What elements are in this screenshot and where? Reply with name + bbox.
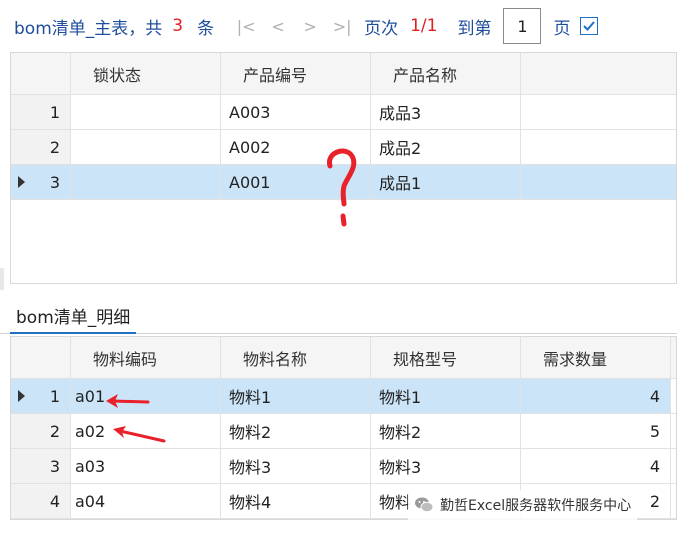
next-page-button[interactable]: > [294,17,326,36]
column-header-product-code[interactable]: 产品编号 [221,53,371,95]
wechat-icon [415,497,434,513]
table-row[interactable]: 2 A002 成品2 [11,130,676,165]
cell-spec-model[interactable]: 物料2 [371,414,521,449]
cell-required-qty[interactable]: 4 [521,379,671,414]
row-number-text: 1 [49,386,60,406]
cell-material-name[interactable]: 物料1 [221,379,371,414]
cell-material-name[interactable]: 物料3 [221,449,371,484]
page-info: 1/1 [410,16,438,36]
cell-required-qty[interactable]: 5 [521,414,671,449]
master-toolbar: bom清单_主表，共 3 条 |< < > >| 页次 1/1 到第 页 [0,0,677,52]
master-title: bom清单_主表，共 [14,18,163,39]
current-row-pointer-icon [18,390,25,402]
cell-blank [521,165,676,200]
master-record-count: 3 [172,16,184,36]
watermark-text: 勤哲Excel服务器软件服务中心 [440,498,632,514]
cell-product-code[interactable]: A003 [221,95,371,130]
last-page-button[interactable]: >| [326,17,358,36]
row-header-corner [11,53,71,95]
column-header-material-code[interactable]: 物料编码 [71,337,221,379]
row-number[interactable]: 2 [11,414,71,449]
cell-blank [671,379,676,414]
row-number[interactable]: 1 [11,379,71,414]
cell-material-code[interactable]: a04 [71,484,221,519]
cell-product-name[interactable]: 成品1 [371,165,521,200]
master-count-unit: 条 [197,18,215,39]
row-number[interactable]: 3 [11,165,71,200]
table-row[interactable]: 3 a03 物料3 物料3 4 [11,449,676,484]
column-header-blank [521,53,676,95]
table-row-selected[interactable]: 1 a01 物料1 物料1 4 [11,379,676,414]
table-row[interactable]: 2 a02 物料2 物料2 5 [11,414,676,449]
row-number-text: 3 [49,172,60,192]
cell-product-code[interactable]: A001 [221,165,371,200]
cell-spec-model[interactable]: 物料1 [371,379,521,414]
cell-material-code[interactable]: a01 [71,379,221,414]
cell-blank [671,449,676,484]
cell-lock-status[interactable] [71,165,221,200]
prev-page-button[interactable]: < [262,17,294,36]
table-row-selected[interactable]: 3 A001 成品1 [11,165,676,200]
row-number[interactable]: 2 [11,130,71,165]
column-header-product-name[interactable]: 产品名称 [371,53,521,95]
master-header-row: 锁状态 产品编号 产品名称 [11,53,676,95]
goto-page-input[interactable] [503,8,542,44]
cell-blank [521,95,676,130]
cell-lock-status[interactable] [71,95,221,130]
table-row[interactable]: 1 A003 成品3 [11,95,676,130]
left-edge-marker [0,268,4,290]
detail-tab-strip: bom清单_明细 [0,290,677,334]
page-unit-label: 页 [553,18,571,39]
tab-bom-detail[interactable]: bom清单_明细 [10,298,137,334]
cell-material-code[interactable]: a02 [71,414,221,449]
check-icon [583,21,596,31]
cell-blank [671,414,676,449]
cell-blank [671,484,676,519]
current-row-pointer-icon [18,176,25,188]
row-number[interactable]: 3 [11,449,71,484]
column-header-spec-model[interactable]: 规格型号 [371,337,521,379]
cell-lock-status[interactable] [71,130,221,165]
goto-label: 到第 [457,18,492,39]
first-page-button[interactable]: |< [230,17,262,36]
master-grid: 锁状态 产品编号 产品名称 1 A003 成品3 2 A002 成品2 3 A0… [10,52,677,284]
cell-material-name[interactable]: 物料2 [221,414,371,449]
cell-spec-model[interactable]: 物料3 [371,449,521,484]
page-label: 页次 [364,18,399,39]
cell-product-code[interactable]: A002 [221,130,371,165]
watermark: 勤哲Excel服务器软件服务中心 [408,490,638,520]
cell-material-name[interactable]: 物料4 [221,484,371,519]
row-header-corner [11,337,71,379]
column-header-lock-status[interactable]: 锁状态 [71,53,221,95]
cell-product-name[interactable]: 成品2 [371,130,521,165]
cell-blank [521,130,676,165]
column-header-required-qty[interactable]: 需求数量 [521,337,671,379]
column-header-material-name[interactable]: 物料名称 [221,337,371,379]
row-number[interactable]: 1 [11,95,71,130]
row-number[interactable]: 4 [11,484,71,519]
column-header-blank [671,337,676,379]
detail-header-row: 物料编码 物料名称 规格型号 需求数量 [11,337,676,379]
cell-product-name[interactable]: 成品3 [371,95,521,130]
cell-material-code[interactable]: a03 [71,449,221,484]
options-checkbox[interactable] [580,17,599,35]
cell-required-qty[interactable]: 4 [521,449,671,484]
